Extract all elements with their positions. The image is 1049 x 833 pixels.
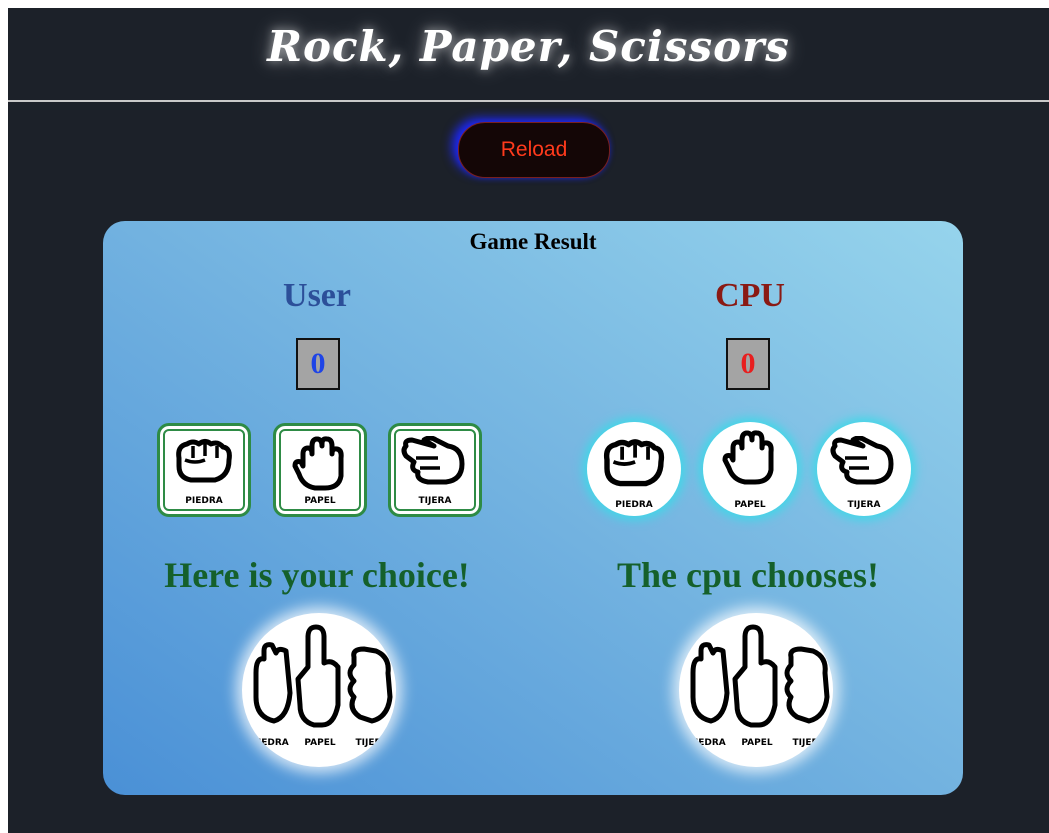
game-result-title: Game Result — [469, 229, 597, 254]
choice-label: TIJERA — [418, 496, 452, 506]
choice-label: PAPEL — [304, 496, 336, 506]
cpu-choice-animation: PIEDRA PAPEL TIJERA — [679, 613, 833, 767]
cpu-choice-paper: PAPEL — [703, 422, 797, 516]
app: Rock, Paper, Scissors Reload Game Result… — [8, 8, 1049, 833]
anim-label: PIEDRA — [688, 738, 725, 748]
anim-label: PAPEL — [741, 738, 772, 748]
anim-label: TIJERA — [356, 738, 389, 748]
choice-label: PIEDRA — [185, 496, 223, 506]
choice-label: PIEDRA — [615, 500, 653, 510]
rock-hand-icon — [690, 624, 830, 728]
header: Rock, Paper, Scissors — [8, 8, 1049, 102]
user-title: User — [283, 277, 351, 314]
anim-label: PIEDRA — [251, 738, 288, 748]
choice-label: PAPEL — [734, 500, 766, 510]
cpu-choice-scissors: TIJERA — [817, 422, 911, 516]
user-score: 0 — [296, 338, 340, 390]
reload-button[interactable]: Reload — [458, 122, 610, 178]
rock-hand-icon — [253, 624, 393, 728]
cpu-title: CPU — [715, 277, 785, 314]
cpu-score: 0 — [726, 338, 770, 390]
user-choice-animation: PIEDRA PAPEL TIJERA — [242, 613, 396, 767]
anim-label: TIJERA — [793, 738, 826, 748]
user-choice-paper-button[interactable]: PAPEL — [273, 423, 367, 517]
choice-label: TIJERA — [847, 500, 881, 510]
cpu-choice-rock: PIEDRA — [587, 422, 681, 516]
game-result-panel: Game Result User 0 PIEDRA PAPEL TIJERA H… — [103, 221, 963, 795]
anim-label: PAPEL — [304, 738, 335, 748]
page-title: Rock, Paper, Scissors — [267, 22, 790, 71]
cpu-choice-message: The cpu chooses! — [616, 555, 880, 595]
user-choice-scissors-button[interactable]: TIJERA — [388, 423, 482, 517]
user-choice-rock-button[interactable]: PIEDRA — [157, 423, 251, 517]
user-choice-message: Here is your choice! — [164, 555, 470, 595]
